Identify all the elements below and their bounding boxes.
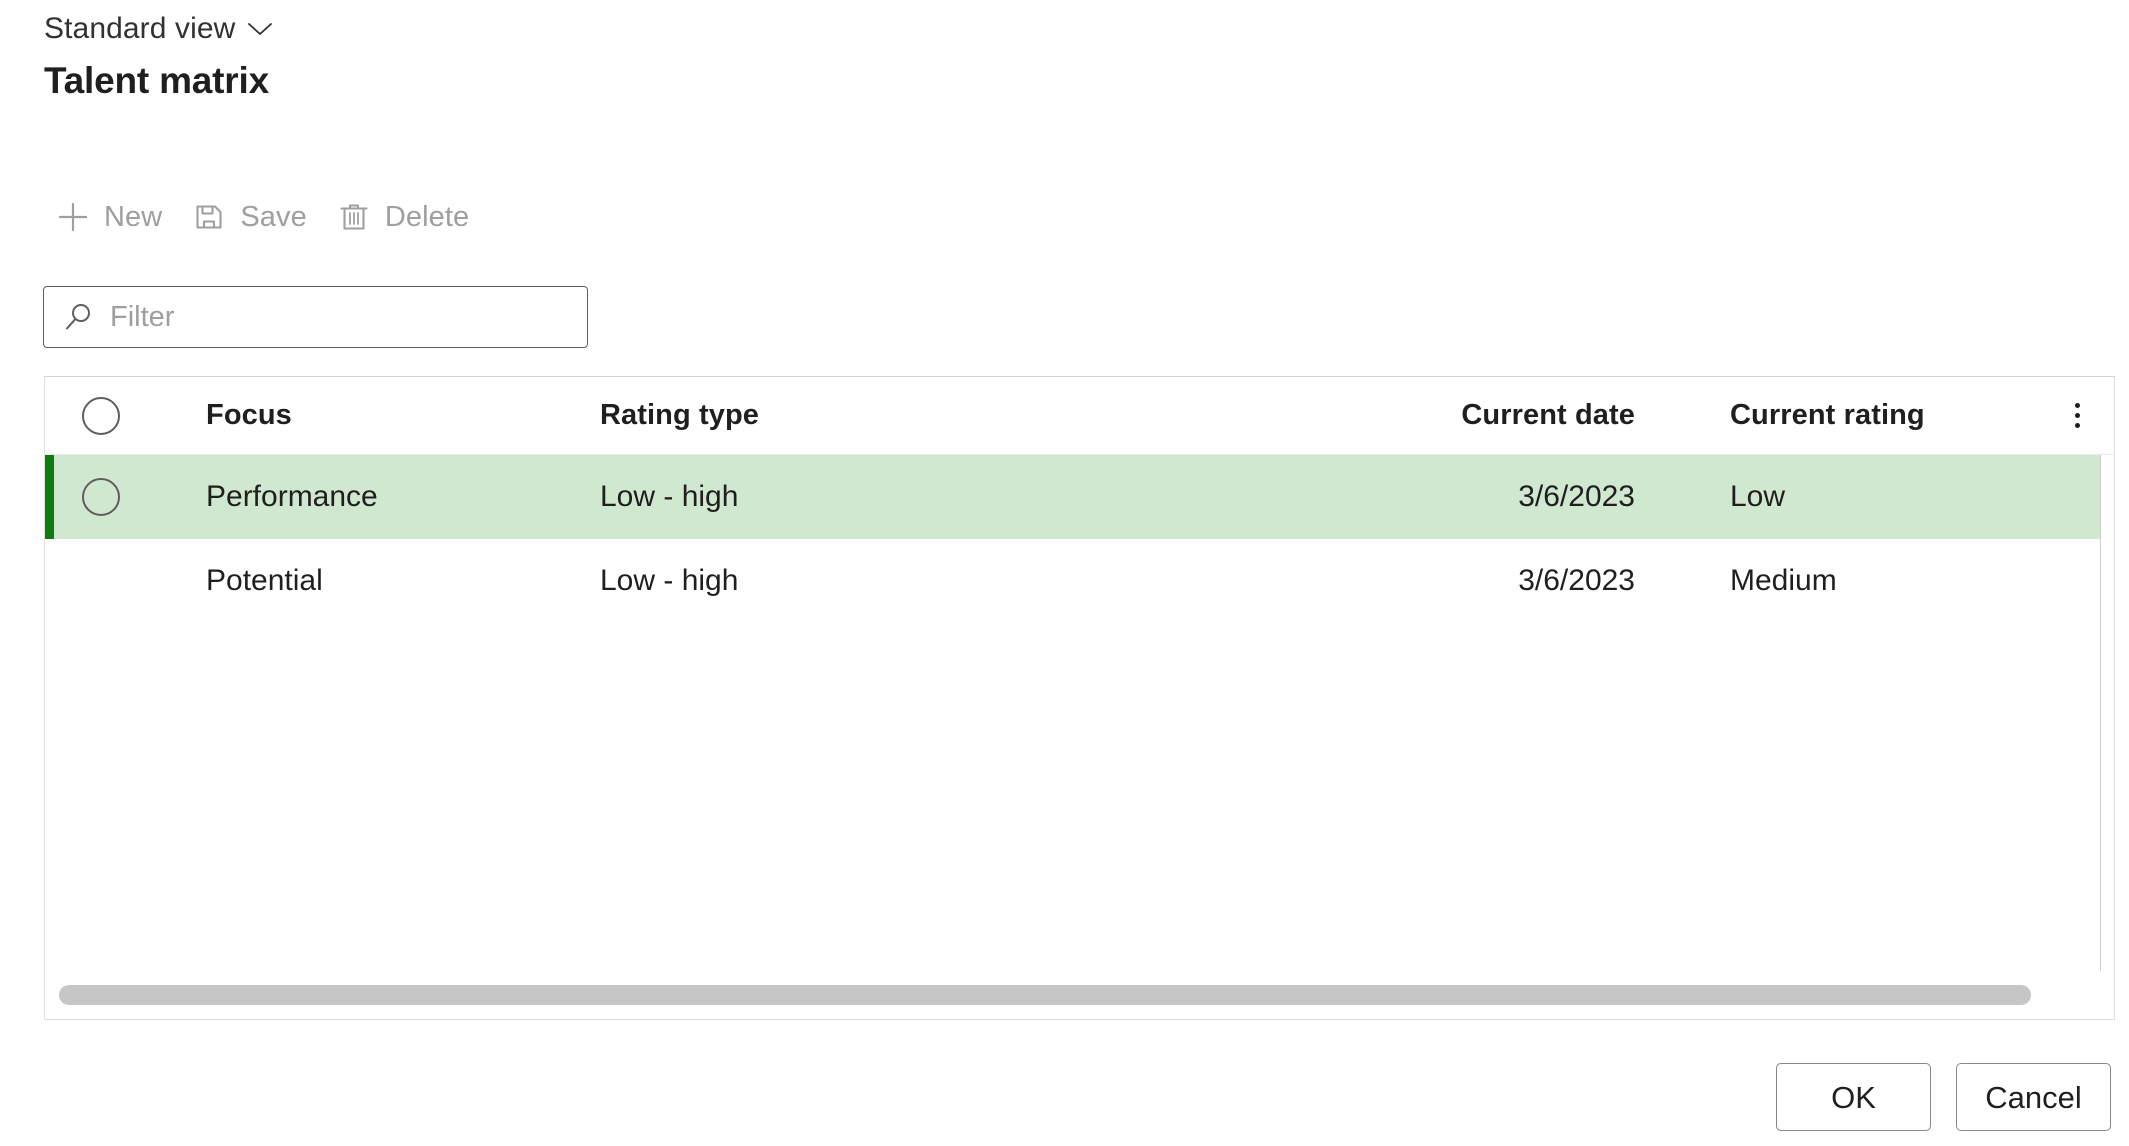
talent-matrix-grid: Focus Rating type Current date Current r…: [44, 376, 2115, 1020]
column-header-focus[interactable]: Focus: [157, 401, 567, 430]
vertical-scrollbar[interactable]: [2100, 455, 2114, 971]
dialog-footer: OK Cancel: [1776, 1063, 2111, 1131]
cell-focus: Potential: [206, 564, 323, 597]
view-switcher-label: Standard view: [44, 12, 236, 45]
command-bar: New Save Delete: [44, 185, 487, 249]
save-button-label: Save: [240, 200, 307, 233]
table-row[interactable]: Performance Low - high 3/6/2023 Low: [45, 455, 2114, 539]
select-all-cell[interactable]: [45, 396, 157, 435]
cell-current-date: 3/6/2023: [1518, 480, 1635, 513]
horizontal-scrollbar[interactable]: [45, 971, 2114, 1019]
table-row[interactable]: Potential Low - high 3/6/2023 Medium: [45, 539, 2114, 623]
column-header-rating-type[interactable]: Rating type: [567, 401, 1307, 430]
cell-current-rating-link[interactable]: Low: [1635, 482, 2040, 512]
plus-icon: [56, 200, 90, 234]
radio-circle-icon[interactable]: [82, 478, 120, 516]
row-select-cell[interactable]: [45, 478, 157, 516]
cell-rating-type: Low - high: [600, 480, 739, 513]
save-floppy-icon: [192, 200, 226, 234]
horizontal-scrollbar-thumb[interactable]: [59, 985, 2031, 1005]
cell-rating-type: Low - high: [600, 564, 739, 597]
grid-options-button[interactable]: [2040, 399, 2114, 433]
search-icon: [62, 300, 96, 334]
trash-icon: [337, 200, 371, 234]
cell-current-rating: Medium: [1730, 564, 1837, 597]
cell-current-date: 3/6/2023: [1518, 564, 1635, 597]
ok-button[interactable]: OK: [1776, 1063, 1931, 1131]
column-header-current-date[interactable]: Current date: [1307, 401, 1635, 430]
filter-field[interactable]: [43, 286, 588, 348]
column-header-current-rating[interactable]: Current rating: [1635, 401, 2040, 430]
new-button-label: New: [104, 200, 163, 233]
delete-button-label: Delete: [384, 200, 470, 233]
radio-circle-icon[interactable]: [82, 396, 120, 435]
save-button[interactable]: Save: [180, 189, 325, 245]
delete-button[interactable]: Delete: [325, 189, 487, 245]
row-selected-indicator: [45, 455, 54, 539]
cancel-button[interactable]: Cancel: [1956, 1063, 2111, 1131]
cell-focus: Performance: [206, 480, 378, 513]
new-button[interactable]: New: [44, 189, 180, 245]
more-vertical-kebab-icon[interactable]: [2060, 399, 2094, 433]
chevron-down-icon: [248, 22, 273, 36]
grid-header-row: Focus Rating type Current date Current r…: [45, 377, 2114, 455]
filter-input[interactable]: [110, 287, 587, 347]
page-title: Talent matrix: [44, 60, 269, 101]
view-switcher[interactable]: Standard view: [44, 8, 273, 50]
